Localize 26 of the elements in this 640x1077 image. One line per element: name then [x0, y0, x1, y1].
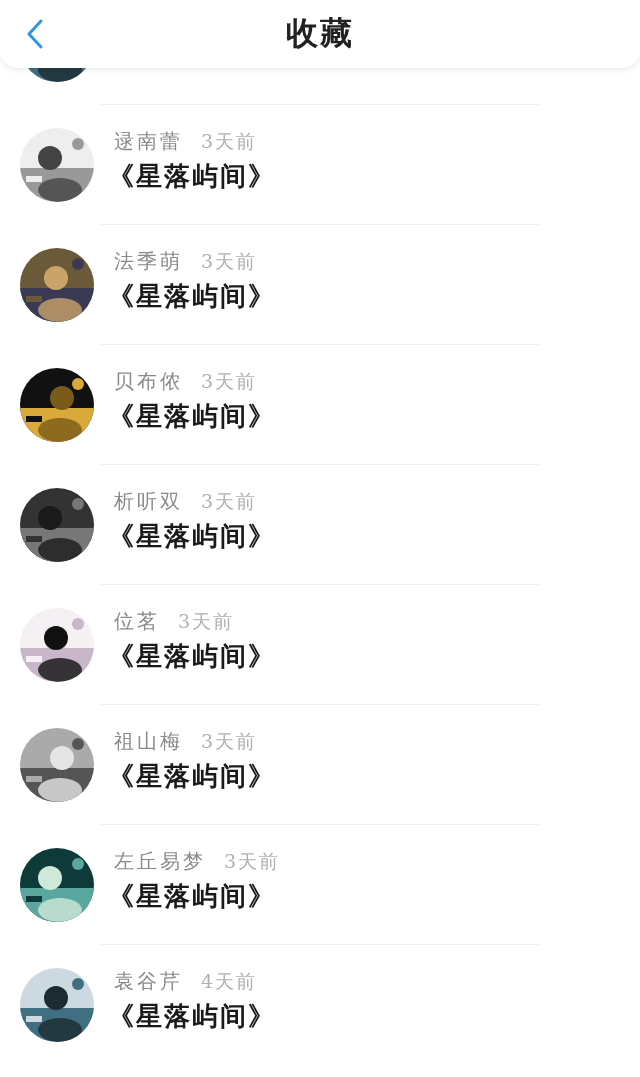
- user-name: 袁谷芹: [114, 968, 183, 995]
- book-title[interactable]: 《星落屿间》: [108, 159, 276, 194]
- timestamp: 3天前: [201, 489, 258, 514]
- timestamp: 3天前: [201, 729, 258, 754]
- user-name: 逯南蕾: [114, 128, 183, 155]
- book-title[interactable]: 《星落屿间》: [108, 279, 276, 314]
- timestamp: 3天前: [201, 249, 258, 274]
- timestamp: 3天前: [201, 129, 258, 154]
- book-title[interactable]: 《星落屿间》: [108, 399, 276, 434]
- timestamp: 3天前: [178, 609, 235, 634]
- user-name: 左丘易梦: [114, 848, 206, 875]
- book-title[interactable]: 《星落屿间》: [108, 759, 276, 794]
- user-name: 法季萌: [114, 248, 183, 275]
- book-title[interactable]: 《星落屿间》: [108, 999, 276, 1034]
- user-name: 析听双: [114, 488, 183, 515]
- timestamp: 4天前: [201, 969, 258, 994]
- timestamp: 3天前: [224, 849, 281, 874]
- book-title[interactable]: 《星落屿间》: [108, 639, 276, 674]
- page-title: 收藏: [286, 13, 354, 54]
- book-title[interactable]: 《星落屿间》: [108, 519, 276, 554]
- user-name: 祖山梅: [114, 728, 183, 755]
- user-name: 位茗: [114, 608, 160, 635]
- back-icon: [26, 18, 44, 50]
- timestamp: 3天前: [201, 369, 258, 394]
- book-title[interactable]: 《星落屿间》: [108, 879, 281, 914]
- user-name: 贝布侬: [114, 368, 183, 395]
